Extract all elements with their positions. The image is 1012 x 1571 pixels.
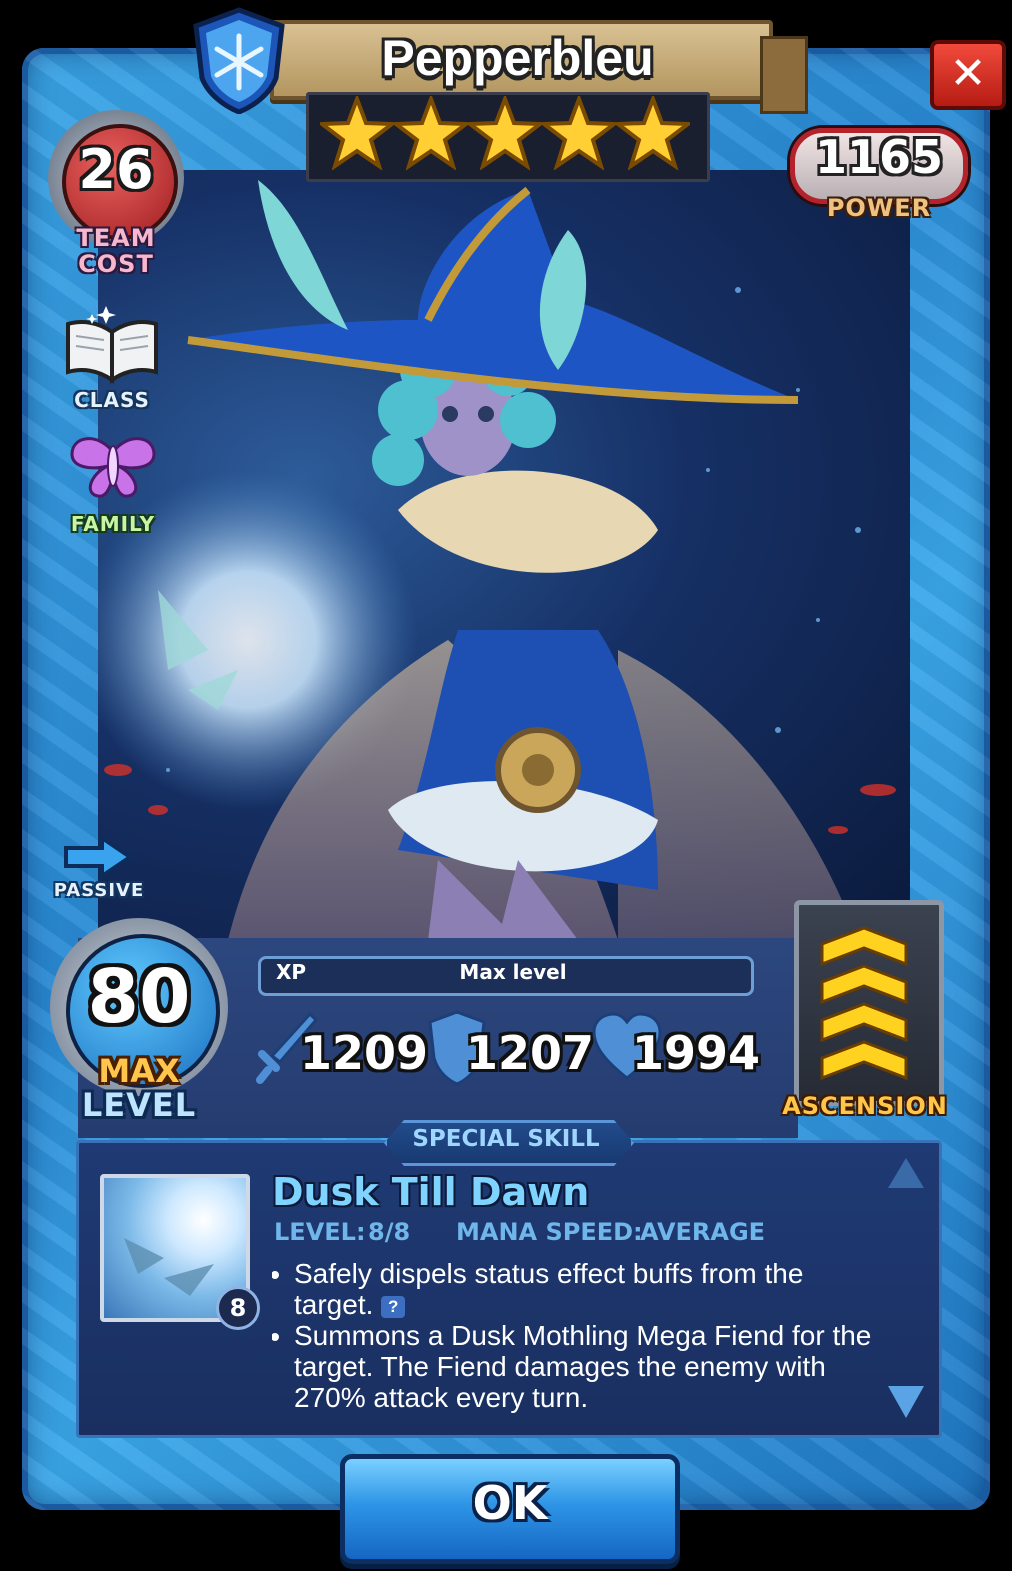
skill-name: Dusk Till Dawn (272, 1170, 590, 1214)
star-icon (616, 96, 690, 170)
skill-level-badge: 8 (216, 1286, 260, 1330)
level-max-label: MAX (98, 1052, 180, 1090)
close-button[interactable]: ✕ (930, 40, 1006, 110)
team-cost-label-line2: COST (78, 250, 154, 278)
level-label: LEVEL (81, 1086, 197, 1124)
help-icon[interactable]: ? (381, 1295, 406, 1318)
star-icon (394, 96, 468, 170)
power-label: POWER (826, 194, 932, 222)
skill-description[interactable]: Safely dispels status effect buffs from … (272, 1258, 872, 1426)
skill-bullet: Summons a Dusk Mothling Mega Fiend for t… (294, 1320, 872, 1413)
team-cost-label-line1: TEAM (76, 224, 156, 252)
team-cost-value: 26 (78, 138, 154, 201)
scroll-up-arrow-icon[interactable] (888, 1158, 924, 1188)
mana-speed-value: AVERAGE (640, 1218, 766, 1246)
star-icon (542, 96, 616, 170)
star-icon (320, 96, 394, 170)
moth-family-icon[interactable] (68, 432, 158, 502)
scroll-down-arrow-icon[interactable] (888, 1386, 924, 1418)
hero-name: Pepperbleu (381, 30, 654, 86)
class-book-icon[interactable] (62, 302, 162, 386)
hero-portrait-illustration (98, 180, 896, 940)
hero-artwork (98, 170, 910, 940)
xp-status: Max level (459, 960, 567, 984)
ascension-chevrons-icon (820, 926, 908, 1081)
skill-level-value: 8/8 (368, 1218, 411, 1246)
attack-value: 1209 (300, 1026, 429, 1080)
name-banner-ribbon (760, 36, 808, 114)
ok-button-label: OK (472, 1476, 548, 1530)
skill-bullet-text: Safely dispels status effect buffs from … (294, 1258, 804, 1320)
class-label: CLASS (74, 388, 150, 412)
passive-label: PASSIVE (53, 880, 145, 901)
passive-arrow-icon[interactable] (62, 834, 134, 880)
power-value: 1165 (814, 130, 944, 184)
defense-value: 1207 (466, 1026, 595, 1080)
mana-speed-label: MANA SPEED: (456, 1218, 643, 1246)
skill-level-label: LEVEL: (274, 1218, 366, 1246)
snowflake-shield-icon (193, 7, 285, 114)
level-value: 80 (87, 954, 191, 1040)
family-label: FAMILY (70, 512, 156, 536)
health-value: 1994 (632, 1026, 761, 1080)
star-icon (468, 96, 542, 170)
ascension-label: ASCENSION (782, 1092, 948, 1120)
skill-bullet: Safely dispels status effect buffs from … (294, 1258, 872, 1320)
special-skill-title: SPECIAL SKILL (412, 1126, 600, 1152)
